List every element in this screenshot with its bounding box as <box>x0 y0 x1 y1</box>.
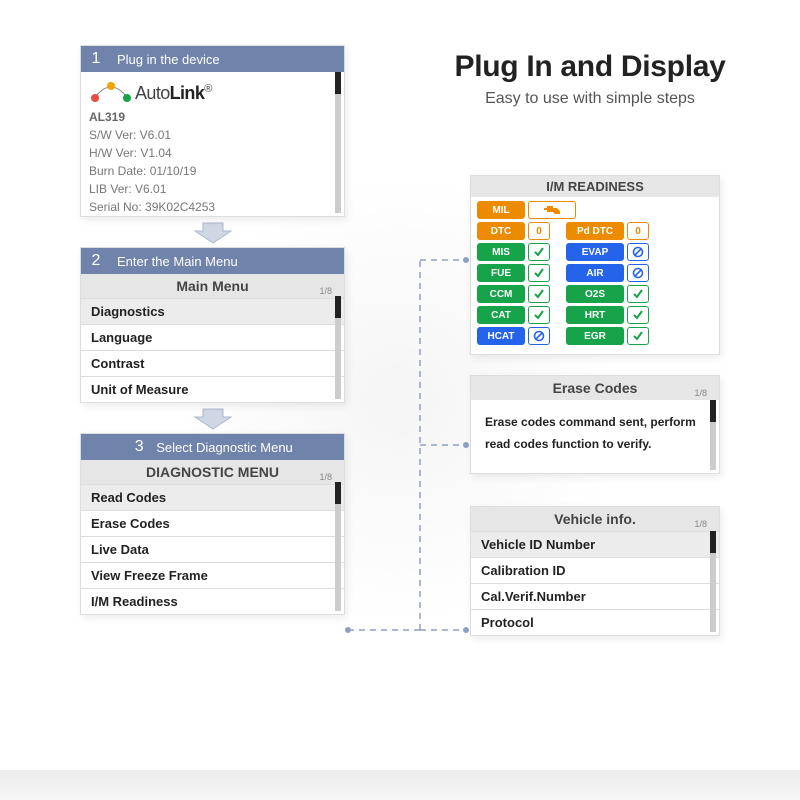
page-title: Plug In and Display <box>400 50 780 84</box>
menu-item-read-codes[interactable]: Read Codes <box>81 484 344 510</box>
step1-panel: 1 Plug in the device AutoLink® AL319 S/W… <box>80 45 345 217</box>
sw-version: S/W Ver: V6.01 <box>89 126 336 144</box>
brand-suffix: Link <box>170 83 205 103</box>
menu-item-language[interactable]: Language <box>81 324 344 350</box>
erase-title: Erase Codes 1/8 <box>471 376 719 400</box>
vehicle-info-panel: Vehicle info. 1/8 Vehicle ID Number Cali… <box>470 506 720 636</box>
device-info: S/W Ver: V6.01 H/W Ver: V1.04 Burn Date:… <box>81 126 344 224</box>
menu-item-im-readiness[interactable]: I/M Readiness <box>81 588 344 614</box>
step3-label: Select Diagnostic Menu <box>156 440 293 455</box>
page-subtitle: Easy to use with simple steps <box>400 90 780 108</box>
engine-icon <box>528 201 576 219</box>
step2-bar: 2 Enter the Main Menu <box>81 248 344 274</box>
chip-mis: MIS <box>477 243 525 261</box>
status-ok-icon <box>528 285 550 303</box>
scrollbar[interactable] <box>710 531 716 632</box>
page-indicator: 1/8 <box>694 519 707 529</box>
scrollbar[interactable] <box>335 296 341 399</box>
menu-item-contrast[interactable]: Contrast <box>81 350 344 376</box>
erase-codes-panel: Erase Codes 1/8 Erase codes command sent… <box>470 375 720 474</box>
status-ok-icon <box>528 243 550 261</box>
chip-air: AIR <box>566 264 624 282</box>
step2-panel: 2 Enter the Main Menu Main Menu 1/8 Diag… <box>80 247 345 403</box>
chip-fue: FUE <box>477 264 525 282</box>
chip-ccm: CCM <box>477 285 525 303</box>
status-ok-icon <box>528 306 550 324</box>
scrollbar[interactable] <box>335 482 341 611</box>
chip-o2s: O2S <box>566 285 624 303</box>
status-na-icon <box>627 264 649 282</box>
chip-mil: MIL <box>477 201 525 219</box>
chip-dtc: DTC <box>477 222 525 240</box>
menu-item-unit[interactable]: Unit of Measure <box>81 376 344 402</box>
chip-egr: EGR <box>566 327 624 345</box>
scrollbar[interactable] <box>710 400 716 470</box>
step3-bar: 3 Select Diagnostic Menu <box>81 434 344 460</box>
chip-pddtc: Pd DTC <box>566 222 624 240</box>
chip-cat: CAT <box>477 306 525 324</box>
dtc-count: 0 <box>528 222 550 240</box>
brand-reg: ® <box>204 83 212 95</box>
status-na-icon <box>627 243 649 261</box>
menu-item-calibration[interactable]: Calibration ID <box>471 557 719 583</box>
scrollbar[interactable] <box>335 72 341 213</box>
pddtc-count: 0 <box>627 222 649 240</box>
step2-label: Enter the Main Menu <box>117 254 238 269</box>
brand-name: AutoLink® <box>135 83 212 104</box>
status-na-icon <box>528 327 550 345</box>
diagnostic-menu-title: DIAGNOSTIC MENU 1/8 <box>81 460 344 484</box>
erase-body: Erase codes command sent, perform read c… <box>471 400 719 473</box>
hw-version: H/W Ver: V1.04 <box>89 144 336 162</box>
arrow-down-icon <box>80 221 345 245</box>
model-number: AL319 <box>81 110 344 126</box>
step1-label: Plug in the device <box>117 52 220 67</box>
step1-number: 1 <box>89 50 103 68</box>
step3-number: 3 <box>132 438 146 456</box>
serial-number: Serial No: 39K02C4253 <box>89 198 336 216</box>
step3-panel: 3 Select Diagnostic Menu DIAGNOSTIC MENU… <box>80 433 345 615</box>
brand-prefix: Auto <box>135 83 170 103</box>
menu-item-erase-codes[interactable]: Erase Codes <box>81 510 344 536</box>
menu-item-calverif[interactable]: Cal.Verif.Number <box>471 583 719 609</box>
autolink-logo-icon <box>89 78 133 108</box>
chip-hcat: HCAT <box>477 327 525 345</box>
step1-bar: 1 Plug in the device <box>81 46 344 72</box>
burn-date: Burn Date: 01/10/19 <box>89 162 336 180</box>
main-menu-title: Main Menu 1/8 <box>81 274 344 298</box>
status-ok-icon <box>627 327 649 345</box>
im-readiness-panel: I/M READINESS MIL DTC 0 Pd DTC 0 MIS <box>470 175 720 355</box>
arrow-down-icon <box>80 407 345 431</box>
page-header: Plug In and Display Easy to use with sim… <box>400 50 780 108</box>
page-indicator: 1/8 <box>319 472 332 482</box>
page-indicator: 1/8 <box>694 388 707 398</box>
im-title: I/M READINESS <box>471 176 719 197</box>
menu-item-diagnostics[interactable]: Diagnostics <box>81 298 344 324</box>
menu-item-protocol[interactable]: Protocol <box>471 609 719 635</box>
status-ok-icon <box>627 285 649 303</box>
menu-item-live-data[interactable]: Live Data <box>81 536 344 562</box>
menu-item-freeze-frame[interactable]: View Freeze Frame <box>81 562 344 588</box>
status-ok-icon <box>627 306 649 324</box>
step2-number: 2 <box>89 252 103 270</box>
status-ok-icon <box>528 264 550 282</box>
lib-version: LIB Ver: V6.01 <box>89 180 336 198</box>
menu-item-vin[interactable]: Vehicle ID Number <box>471 531 719 557</box>
vehicle-info-title: Vehicle info. 1/8 <box>471 507 719 531</box>
chip-hrt: HRT <box>566 306 624 324</box>
page-indicator: 1/8 <box>319 286 332 296</box>
chip-evap: EVAP <box>566 243 624 261</box>
